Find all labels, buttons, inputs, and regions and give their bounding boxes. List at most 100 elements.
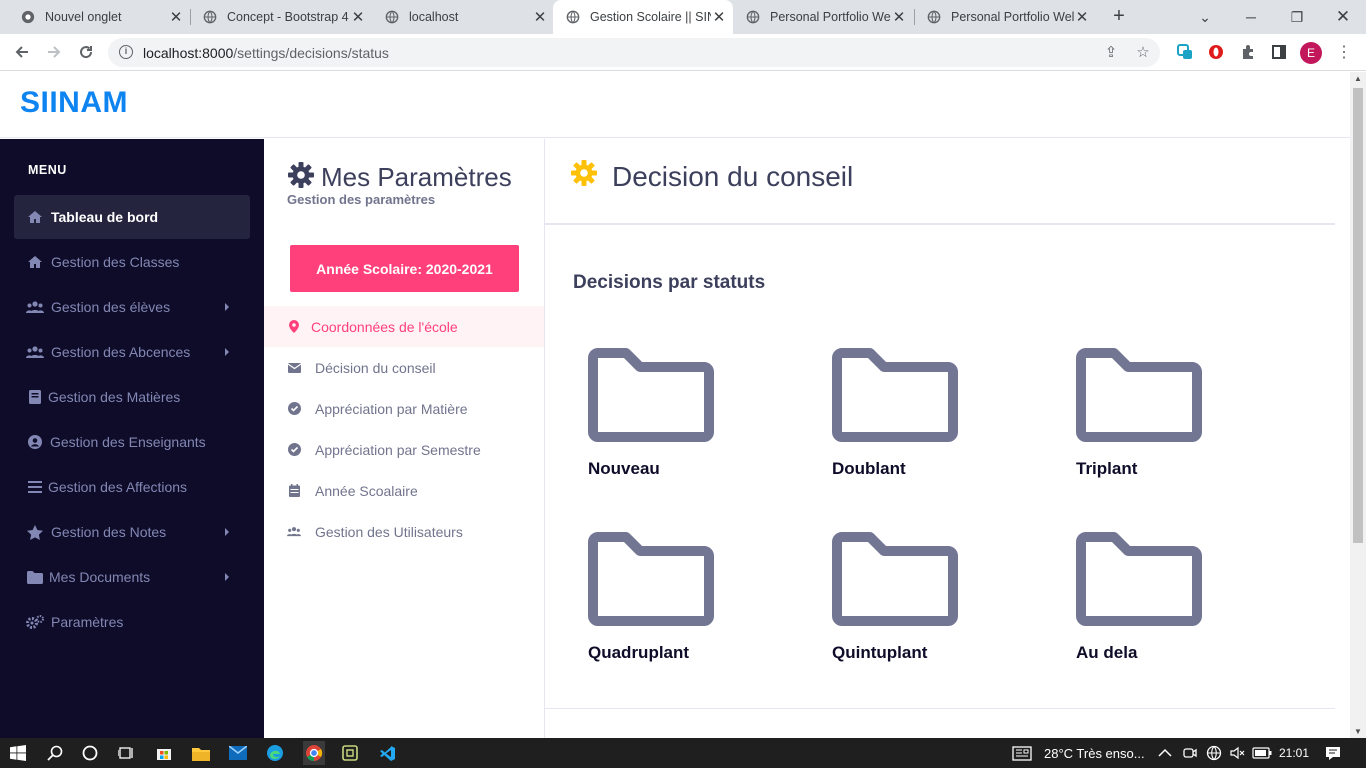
close-tab-icon[interactable]: ✕ bbox=[532, 8, 548, 26]
battery-icon[interactable] bbox=[1252, 743, 1272, 763]
terminal-app-icon[interactable] bbox=[340, 743, 360, 763]
vscode-icon[interactable] bbox=[377, 743, 397, 763]
profile-avatar[interactable]: E bbox=[1300, 42, 1322, 64]
sidebar-item-dashboard[interactable]: Tableau de bord bbox=[14, 195, 250, 239]
sidebar-item-settings[interactable]: Paramètres bbox=[14, 600, 250, 644]
scroll-up-icon[interactable]: ▲ bbox=[1354, 74, 1362, 83]
forward-arrow-icon[interactable] bbox=[42, 40, 66, 64]
main-header: Decision du conseil bbox=[545, 139, 1335, 225]
mail-icon[interactable] bbox=[228, 743, 248, 763]
settings-nav-subject-appreciation[interactable]: Appréciation par Matière bbox=[264, 388, 544, 429]
settings-nav-label: Année Scoalaire bbox=[315, 482, 418, 499]
page-scrollbar[interactable]: ▲ ▼ bbox=[1350, 72, 1366, 738]
browser-tab[interactable]: Nouvel onglet ✕ bbox=[0, 0, 190, 34]
minimize-button[interactable]: ─ bbox=[1228, 0, 1274, 34]
task-view-icon[interactable] bbox=[116, 743, 136, 763]
folder-card-doublant[interactable]: Doublant bbox=[832, 348, 962, 478]
restore-button[interactable]: ❐ bbox=[1274, 0, 1320, 34]
close-window-button[interactable]: ✕ bbox=[1320, 0, 1366, 34]
folder-card-quintuplant[interactable]: Quintuplant bbox=[832, 532, 962, 662]
windows-start-icon[interactable] bbox=[8, 743, 28, 763]
sidebar-item-label: Gestion des Abcences bbox=[51, 344, 191, 360]
settings-subtitle: Gestion des paramètres bbox=[287, 192, 436, 207]
close-tab-icon[interactable]: ✕ bbox=[711, 8, 727, 26]
card-divider bbox=[545, 708, 1335, 709]
settings-header: Mes Paramètres bbox=[287, 161, 512, 194]
translate-extension-icon[interactable] bbox=[1176, 43, 1194, 61]
folder-label: Doublant bbox=[832, 459, 906, 478]
folder-icon bbox=[588, 348, 714, 446]
star-icon bbox=[26, 524, 44, 540]
clock-time[interactable]: 21:01 bbox=[1279, 746, 1309, 760]
volume-muted-icon[interactable] bbox=[1227, 743, 1247, 763]
new-tab-button[interactable]: + bbox=[1108, 6, 1130, 28]
settings-nav-council-decision[interactable]: Décision du conseil bbox=[264, 347, 544, 388]
scroll-down-icon[interactable]: ▼ bbox=[1354, 727, 1362, 736]
share-icon[interactable]: ⇪ bbox=[1102, 44, 1120, 62]
sidebar-item-label: Gestion des Affections bbox=[48, 479, 188, 495]
back-arrow-icon[interactable] bbox=[10, 40, 34, 64]
network-globe-icon[interactable] bbox=[1204, 743, 1224, 763]
sidebar-item-assignments[interactable]: Gestion des Affections bbox=[14, 465, 250, 509]
folder-icon bbox=[588, 532, 714, 630]
settings-nav-school-year[interactable]: Année Scoalaire bbox=[264, 470, 544, 511]
file-explorer-icon[interactable] bbox=[191, 743, 211, 763]
bars-icon bbox=[26, 481, 44, 493]
user-circle-icon bbox=[26, 435, 44, 449]
sidebar-item-documents[interactable]: Mes Documents bbox=[14, 555, 250, 599]
meet-now-icon[interactable] bbox=[1180, 743, 1200, 763]
browser-tab[interactable]: Concept - Bootstrap 4 ✕ bbox=[182, 0, 372, 34]
store-icon[interactable] bbox=[154, 743, 174, 763]
folder-icon bbox=[832, 532, 958, 630]
cortana-icon[interactable] bbox=[80, 743, 100, 763]
close-tab-icon[interactable]: ✕ bbox=[1074, 8, 1090, 26]
chevron-right-icon bbox=[225, 303, 229, 311]
settings-nav-users[interactable]: Gestion des Utilisateurs bbox=[264, 511, 544, 552]
folder-card-au-dela[interactable]: Au dela bbox=[1076, 532, 1206, 662]
more-menu-icon[interactable]: ⋮ bbox=[1336, 42, 1352, 62]
browser-tab[interactable]: localhost ✕ bbox=[364, 0, 554, 34]
chrome-icon bbox=[20, 9, 36, 25]
address-url[interactable]: localhost:8000/settings/decisions/status bbox=[143, 45, 389, 61]
settings-nav-label: Décision du conseil bbox=[315, 359, 436, 376]
browser-tab[interactable]: Personal Portfolio Wel ✕ bbox=[733, 0, 913, 34]
weather-text[interactable]: 28°C Très enso... bbox=[1044, 746, 1145, 761]
browser-tab-title: localhost bbox=[409, 10, 459, 24]
notifications-icon[interactable] bbox=[1323, 743, 1343, 763]
address-bar[interactable]: i localhost:8000/settings/decisions/stat… bbox=[108, 38, 1160, 67]
folder-card-nouveau[interactable]: Nouveau bbox=[588, 348, 718, 478]
browser-tab-active[interactable]: Gestion Scolaire || SIN ✕ bbox=[553, 0, 733, 34]
brand-logo[interactable]: SIINAM bbox=[20, 86, 128, 120]
browser-tab[interactable]: Personal Portfolio Wel ✕ bbox=[914, 0, 1096, 34]
sidebar-item-absences[interactable]: Gestion des Abcences bbox=[14, 330, 250, 374]
home-icon bbox=[26, 255, 44, 269]
side-panel-icon[interactable] bbox=[1270, 43, 1288, 61]
sidebar-item-teachers[interactable]: Gestion des Enseignants bbox=[14, 420, 250, 464]
bookmark-star-icon[interactable]: ☆ bbox=[1134, 44, 1152, 62]
tab-search-icon[interactable]: ⌄ bbox=[1182, 0, 1228, 34]
chevron-up-icon[interactable] bbox=[1155, 743, 1175, 763]
sidebar-item-classes[interactable]: Gestion des Classes bbox=[14, 240, 250, 284]
edge-icon[interactable] bbox=[265, 743, 285, 763]
settings-nav-semester-appreciation[interactable]: Appréciation par Semestre bbox=[264, 429, 544, 470]
close-tab-icon[interactable]: ✕ bbox=[891, 8, 907, 26]
school-year-button[interactable]: Année Scolaire: 2020-2021 bbox=[290, 245, 519, 292]
search-icon[interactable] bbox=[45, 743, 65, 763]
browser-tab-title: Gestion Scolaire || SIN bbox=[590, 10, 711, 24]
scrollbar-thumb[interactable] bbox=[1353, 88, 1363, 543]
site-info-icon[interactable]: i bbox=[119, 45, 133, 59]
folder-icon bbox=[1076, 348, 1202, 446]
reload-icon[interactable] bbox=[74, 40, 98, 64]
chrome-taskbar-icon[interactable] bbox=[303, 741, 325, 765]
news-widget-icon[interactable] bbox=[1012, 743, 1032, 763]
opera-extension-icon[interactable] bbox=[1207, 43, 1225, 61]
folder-card-quadruplant[interactable]: Quadruplant bbox=[588, 532, 718, 662]
gear-icon bbox=[287, 161, 315, 194]
sidebar-item-grades[interactable]: Gestion des Notes bbox=[14, 510, 250, 554]
web-page: SIINAM MENU Tableau de bord Gestion des … bbox=[0, 72, 1350, 738]
folder-card-triplant[interactable]: Triplant bbox=[1076, 348, 1206, 478]
sidebar-item-students[interactable]: Gestion des élèves bbox=[14, 285, 250, 329]
settings-nav-school-info[interactable]: Coordonnées de l'école bbox=[264, 306, 544, 347]
sidebar-item-subjects[interactable]: Gestion des Matières bbox=[14, 375, 250, 419]
extensions-puzzle-icon[interactable] bbox=[1239, 43, 1257, 61]
